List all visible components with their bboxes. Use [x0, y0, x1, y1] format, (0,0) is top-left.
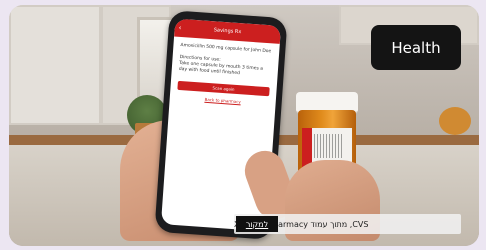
source-link[interactable]: למקור [236, 216, 278, 232]
bottle-barcode [314, 134, 344, 158]
back-icon[interactable]: ‹ [178, 19, 182, 37]
prescription-title: Amoxicillin 500 mg capsule for John Doe [180, 42, 272, 55]
app-header-title: Savings Rx [213, 27, 242, 36]
scan-again-button[interactable]: Scan again [177, 80, 270, 97]
prescription-details: Amoxicillin 500 mg capsule for John Doe … [172, 37, 280, 80]
fruit-bowl [439, 107, 471, 135]
kitchen-cabinet [9, 5, 101, 125]
category-badge: Health [371, 25, 461, 70]
back-to-pharmacy-link[interactable]: Back to pharmacy [170, 94, 276, 106]
